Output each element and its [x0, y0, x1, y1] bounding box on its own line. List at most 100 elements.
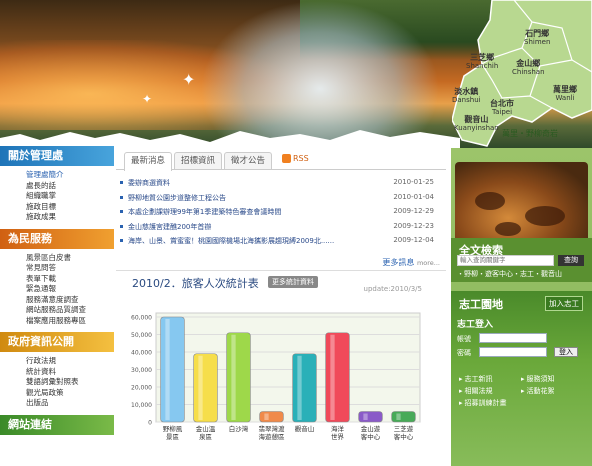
account-label: 帳號	[457, 335, 471, 343]
category-label: 金山溫	[196, 424, 216, 433]
map-label-danshui: 淡水鎮 Danshui	[452, 87, 481, 105]
nav-item-organization[interactable]: 組織職掌	[26, 191, 114, 202]
volunteer-login-title: 志工登入	[457, 320, 494, 330]
link-recruitment-plan[interactable]: 招募訓練計畫	[459, 398, 507, 408]
password-field[interactable]	[479, 347, 547, 357]
bar-highlight	[231, 334, 236, 420]
nav-item-archive[interactable]: 檔案應用服務專區	[26, 316, 114, 327]
tab-recruitment[interactable]: 徵才公告	[224, 152, 273, 169]
y-tick-label: 30,000	[131, 367, 152, 374]
bar-0	[160, 316, 185, 423]
nav-item-publications[interactable]: 出版品	[26, 398, 114, 409]
bar-4	[292, 353, 317, 423]
category-label: 泉區	[199, 432, 213, 441]
bar-1	[193, 353, 218, 423]
link-regulations[interactable]: 相關法規	[459, 386, 493, 396]
category-label: 景區	[166, 433, 180, 441]
volunteer-panel: 志工園地 加入志工 志工登入 帳號 密碼 登入 志工新訊 服務須知 相關法規 活…	[451, 291, 592, 466]
category-label: 客中心	[394, 432, 414, 441]
nav-section-service[interactable]: 為民服務	[0, 228, 114, 249]
join-volunteer-button[interactable]: 加入志工	[545, 296, 583, 311]
bar-2	[226, 332, 251, 423]
search-button[interactable]: 查詢	[558, 255, 584, 266]
waterfall	[200, 0, 440, 148]
y-tick-label: 60,000	[131, 315, 152, 322]
map-label-shanchih: 三芝鄉 Shanchih	[466, 53, 499, 71]
yehliu-rock-photo	[455, 162, 588, 242]
nav-item-director[interactable]: 處長的話	[26, 181, 114, 192]
nav-item-whitepaper[interactable]: 風景區白皮書	[26, 253, 114, 264]
nav-section-links[interactable]: 網站連結	[0, 414, 114, 435]
nav-item-statistics[interactable]: 統計資料	[26, 367, 114, 378]
more-news-link[interactable]: 更多訊息 more...	[382, 257, 440, 268]
nav-item-intro[interactable]: 管理處簡介	[26, 170, 114, 181]
news-item[interactable]: 本處企劃課辦理99年第1季建築特色審查會議時間 2009-12-29	[116, 207, 446, 222]
nav-item-glossary[interactable]: 雙語詞彙對照表	[26, 377, 114, 388]
login-button[interactable]: 登入	[554, 347, 578, 357]
y-tick-label: 50,000	[131, 332, 152, 339]
category-label: 翡翠灣渡	[259, 424, 286, 433]
nav-item-quality[interactable]: 網站服務品質調查	[26, 305, 114, 316]
news-list: 委辦商選資料 2010-01-25 野柳地質公園步道整修工程公告 2010-01-0…	[116, 178, 446, 251]
right-column: 全文檢索 查詢 ・野柳・遊客中心・志工・觀音山 志工園地 加入志工 志工登入 帳…	[451, 148, 592, 466]
nav-item-survey[interactable]: 服務滿意度調查	[26, 295, 114, 306]
nav-item-policy[interactable]: 觀光局政策	[26, 388, 114, 399]
search-input[interactable]	[457, 255, 554, 266]
map-label-shimen: 石門鄉 Shimen	[524, 29, 551, 47]
search-box: 全文檢索 查詢 ・野柳・遊客中心・志工・觀音山	[451, 238, 592, 282]
tab-latest-news[interactable]: 最新消息	[124, 152, 173, 171]
rss-link[interactable]: RSS	[282, 154, 309, 163]
torn-paper-edge	[0, 130, 460, 148]
news-panel: 最新消息 招標資訊 徵才公告 RSS 委辦商選資料 2010-01-25 野柳地質…	[116, 150, 446, 270]
category-label: 野柳風	[163, 424, 183, 433]
nav-item-faq[interactable]: 常見問答	[26, 263, 114, 274]
tab-tenders[interactable]: 招標資訊	[174, 152, 223, 169]
map-label-chinshan: 金山鄉 Chinshan	[512, 59, 545, 77]
map-label-wanli: 萬里鄉 Wanli	[553, 85, 577, 103]
bar-5	[325, 332, 350, 423]
category-label: 海遊憩區	[259, 432, 286, 441]
category-label: 海洋	[331, 424, 345, 433]
nav-item-emergency[interactable]: 緊急通報	[26, 284, 114, 295]
bird-icon: ✦	[182, 70, 196, 89]
nav-item-results[interactable]: 施政成果	[26, 212, 114, 223]
password-label: 密碼	[457, 349, 471, 357]
news-item[interactable]: 海岸、山景、賞蜜蜜！桃園國際機場北海攜影展趨現縛2009北...... 2009-…	[116, 236, 446, 251]
bar-6	[358, 411, 383, 423]
bar-highlight	[165, 319, 170, 420]
link-service-rules[interactable]: 服務須知	[521, 374, 555, 384]
bar-3	[259, 411, 284, 423]
nav-item-goals[interactable]: 施政目標	[26, 202, 114, 213]
news-item[interactable]: 金山慈護宮建醮200年首辦 2009-12-23	[116, 222, 446, 237]
left-navigation: 關於管理處 管理處簡介 處長的話 組織職掌 施政目標 施政成果 為民服務 風景區…	[0, 146, 114, 463]
category-label: 三芝遊	[394, 424, 414, 433]
category-label: 客中心	[361, 432, 381, 441]
link-volunteer-news[interactable]: 志工新訊	[459, 374, 493, 384]
account-field[interactable]	[479, 333, 547, 343]
bar-highlight	[330, 334, 335, 420]
category-label: 世界	[331, 432, 345, 441]
category-label: 觀音山	[295, 424, 315, 433]
y-tick-label: 10,000	[131, 402, 152, 409]
volunteer-title: 志工園地	[459, 298, 503, 311]
rss-icon	[282, 154, 291, 163]
more-stats-button[interactable]: 更多統計資料	[268, 276, 318, 288]
nav-section-public-info[interactable]: 政府資訊公開	[0, 332, 114, 352]
volunteer-links: 志工新訊 服務須知 相關法規 活動花絮 招募訓練計畫	[459, 374, 589, 454]
bird-icon: ✦	[142, 92, 153, 106]
map-label-taipei: 台北市 Taipei	[490, 99, 514, 117]
nav-item-regulations[interactable]: 行政法規	[26, 356, 114, 367]
nav-section-about[interactable]: 關於管理處	[0, 146, 114, 166]
news-tabs: 最新消息 招標資訊 徵才公告 RSS	[116, 150, 446, 171]
nav-item-forms[interactable]: 表單下載	[26, 274, 114, 285]
hot-keywords[interactable]: ・野柳・遊客中心・志工・觀音山	[457, 269, 562, 279]
visitor-bar-chart: 0 10,000 20,000 30,000 40,000 50,000 60,000 野柳風…	[131, 312, 421, 441]
category-label: 白沙灣	[229, 424, 249, 433]
y-tick-label: 40,000	[131, 350, 152, 357]
link-activities[interactable]: 活動花絮	[521, 386, 555, 396]
y-tick-label: 0	[148, 420, 152, 427]
bar-highlight	[198, 355, 203, 420]
news-item[interactable]: 委辦商選資料 2010-01-25	[116, 178, 446, 193]
bar-7	[391, 411, 416, 423]
news-item[interactable]: 野柳地質公園步道整修工程公告 2010-01-04	[116, 193, 446, 208]
